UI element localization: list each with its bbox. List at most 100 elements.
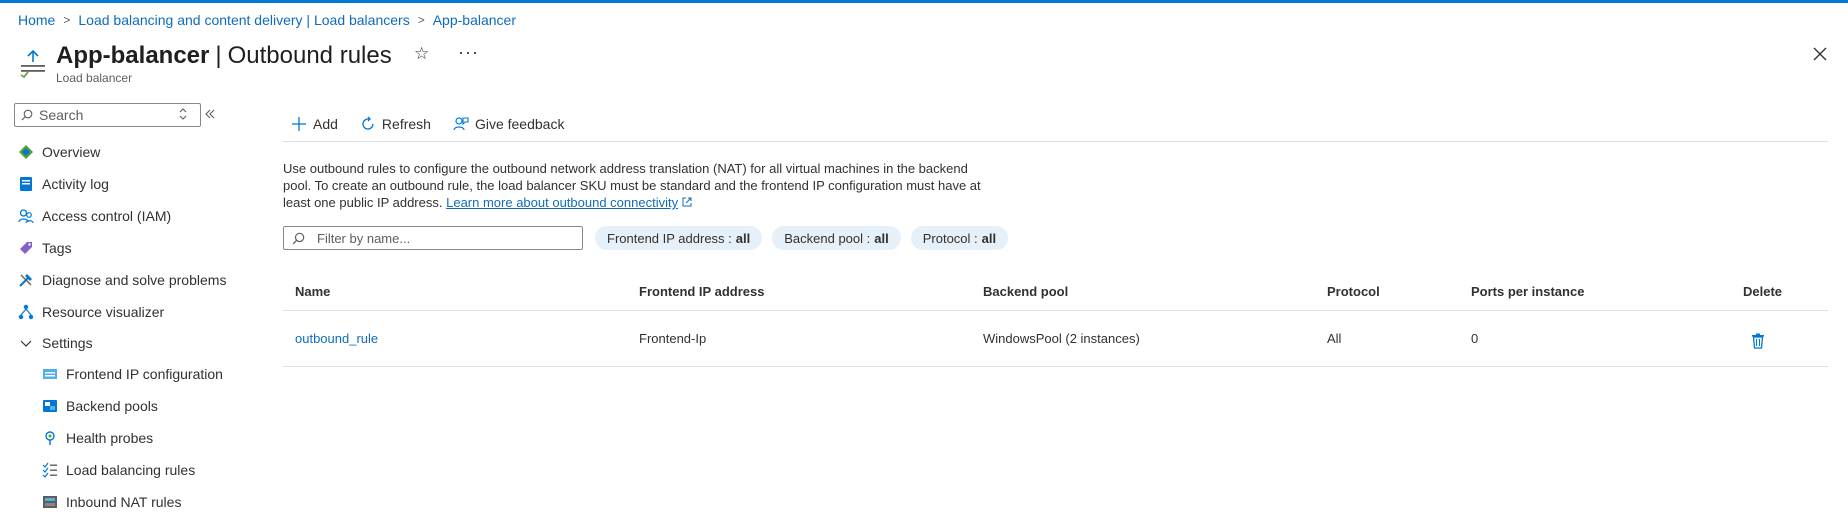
backend-pool-filter-pill[interactable]: Backend pool : all bbox=[772, 226, 901, 250]
chevron-right-icon: > bbox=[417, 13, 425, 27]
lb-rules-icon bbox=[42, 462, 58, 478]
frontend-ip-icon bbox=[42, 366, 58, 382]
add-button-label: Add bbox=[313, 115, 338, 132]
breadcrumb-parent[interactable]: Load balancing and content delivery | Lo… bbox=[78, 12, 409, 28]
close-icon[interactable] bbox=[1810, 44, 1830, 64]
learn-more-link[interactable]: Learn more about outbound connectivity bbox=[446, 195, 678, 210]
rule-name-link[interactable]: outbound_rule bbox=[295, 331, 378, 346]
sidebar-item-frontend-ip[interactable]: Frontend IP configuration bbox=[0, 358, 270, 390]
sidebar-group-settings[interactable]: Settings bbox=[0, 328, 270, 358]
sidebar-search[interactable] bbox=[14, 103, 201, 127]
outbound-rules-table: Name Frontend IP address Backend pool Pr… bbox=[283, 273, 1828, 367]
sidebar-item-overview[interactable]: Overview bbox=[0, 136, 270, 168]
sort-icon[interactable] bbox=[178, 108, 188, 120]
tag-icon bbox=[18, 240, 34, 256]
give-feedback-button[interactable]: Give feedback bbox=[453, 115, 565, 132]
sidebar-item-label: Diagnose and solve problems bbox=[42, 272, 227, 288]
chevron-down-icon bbox=[18, 335, 34, 351]
column-header-name[interactable]: Name bbox=[283, 284, 627, 299]
sidebar-item-label: Inbound NAT rules bbox=[66, 494, 182, 510]
plus-icon bbox=[292, 116, 306, 131]
column-header-backend-pool[interactable]: Backend pool bbox=[971, 284, 1315, 299]
page-subtitle: Load balancer bbox=[56, 71, 133, 85]
pill-label: Protocol : bbox=[922, 230, 978, 246]
outbound-rules-icon bbox=[20, 49, 45, 78]
filter-by-name-input[interactable] bbox=[317, 230, 567, 246]
table-row: outbound_rule Frontend-Ip WindowsPool (2… bbox=[283, 311, 1828, 367]
command-bar: Add Refresh Give feedback bbox=[283, 110, 1828, 142]
star-icon[interactable]: ☆ bbox=[414, 44, 429, 64]
external-link-icon bbox=[682, 197, 692, 207]
page-header: App-balancer | Outbound rules Load balance… bbox=[18, 40, 1830, 90]
cell-protocol: All bbox=[1327, 331, 1342, 346]
pill-value: all bbox=[735, 230, 751, 246]
sidebar-item-label: Overview bbox=[42, 144, 101, 160]
activity-log-icon bbox=[18, 176, 34, 192]
overview-icon bbox=[18, 144, 34, 160]
chevron-right-icon: > bbox=[63, 13, 71, 27]
column-header-protocol[interactable]: Protocol bbox=[1315, 284, 1459, 299]
sidebar-item-label: Frontend IP configuration bbox=[66, 366, 223, 382]
pill-value: all bbox=[874, 230, 889, 246]
add-button[interactable]: Add bbox=[291, 116, 338, 132]
visualizer-icon bbox=[18, 304, 34, 320]
sidebar-item-health-probes[interactable]: Health probes bbox=[0, 422, 270, 454]
sidebar-item-label: Backend pools bbox=[66, 398, 158, 414]
sidebar-item-label: Settings bbox=[42, 335, 93, 351]
cell-backend-pool: WindowsPool (2 instances) bbox=[983, 331, 1140, 346]
iam-icon bbox=[18, 208, 34, 224]
refresh-button[interactable]: Refresh bbox=[360, 116, 431, 132]
filter-box[interactable] bbox=[283, 226, 583, 250]
sidebar-item-label: Activity log bbox=[42, 176, 109, 192]
sidebar: Overview Activity log Access control (IA… bbox=[0, 100, 270, 515]
pill-label: Backend pool : bbox=[784, 230, 871, 246]
breadcrumb-current[interactable]: App-balancer bbox=[433, 12, 516, 28]
inbound-nat-icon bbox=[42, 494, 58, 510]
table-header: Name Frontend IP address Backend pool Pr… bbox=[283, 273, 1828, 311]
frontend-ip-filter-pill[interactable]: Frontend IP address : all bbox=[595, 226, 763, 250]
sidebar-item-label: Health probes bbox=[66, 430, 154, 446]
collapse-sidebar-icon[interactable] bbox=[204, 108, 216, 120]
give-feedback-label: Give feedback bbox=[474, 115, 565, 132]
pill-value: all bbox=[981, 230, 997, 246]
page-description: Use outbound rules to configure the outb… bbox=[283, 160, 983, 211]
sidebar-item-label: Tags bbox=[42, 240, 72, 256]
column-header-frontend-ip[interactable]: Frontend IP address bbox=[627, 284, 971, 299]
breadcrumb: Home > Load balancing and content delive… bbox=[18, 12, 516, 28]
sidebar-item-lb-rules[interactable]: Load balancing rules bbox=[0, 454, 270, 486]
sidebar-item-label: Load balancing rules bbox=[66, 462, 196, 478]
cell-ports: 0 bbox=[1471, 331, 1479, 346]
sidebar-item-activity-log[interactable]: Activity log bbox=[0, 168, 270, 200]
sidebar-item-backend-pools[interactable]: Backend pools bbox=[0, 390, 270, 422]
diagnose-icon bbox=[18, 272, 34, 288]
sidebar-search-input[interactable] bbox=[39, 107, 189, 123]
sidebar-item-label: Resource visualizer bbox=[42, 304, 165, 320]
trash-icon[interactable] bbox=[1751, 333, 1765, 349]
breadcrumb-home[interactable]: Home bbox=[18, 12, 55, 28]
title-block: App-balancer | Outbound rules Load balance… bbox=[56, 42, 392, 85]
refresh-button-label: Refresh bbox=[381, 115, 431, 132]
pill-label: Frontend IP address : bbox=[607, 230, 732, 246]
filter-bar: Frontend IP address :all Backend pool :a… bbox=[283, 225, 1828, 251]
column-header-ports[interactable]: Ports per instance bbox=[1459, 284, 1731, 299]
page-title: App-balancer | Outbound rules bbox=[56, 42, 392, 69]
sidebar-item-access-control[interactable]: Access control (IAM) bbox=[0, 200, 270, 232]
backend-pool-icon bbox=[42, 398, 58, 414]
sidebar-item-inbound-nat[interactable]: Inbound NAT rules bbox=[0, 486, 270, 515]
sidebar-item-resource-visualizer[interactable]: Resource visualizer bbox=[0, 296, 270, 328]
top-accent-bar bbox=[0, 0, 1848, 3]
search-icon bbox=[292, 232, 305, 244]
sidebar-item-label: Access control (IAM) bbox=[42, 208, 172, 224]
main-content: Add Refresh Give feedback Use outbound r… bbox=[283, 110, 1828, 367]
column-header-delete: Delete bbox=[1743, 284, 1783, 299]
sidebar-nav: Overview Activity log Access control (IA… bbox=[0, 136, 270, 515]
feedback-icon bbox=[453, 116, 469, 130]
sidebar-item-tags[interactable]: Tags bbox=[0, 232, 270, 264]
search-icon bbox=[21, 109, 33, 121]
health-probe-icon bbox=[42, 430, 58, 446]
more-options-button[interactable]: ··· bbox=[458, 42, 479, 63]
refresh-icon bbox=[362, 116, 374, 130]
protocol-filter-pill[interactable]: Protocol : all bbox=[910, 226, 1009, 250]
cell-frontend-ip: Frontend-Ip bbox=[639, 331, 707, 346]
sidebar-item-diagnose[interactable]: Diagnose and solve problems bbox=[0, 264, 270, 296]
